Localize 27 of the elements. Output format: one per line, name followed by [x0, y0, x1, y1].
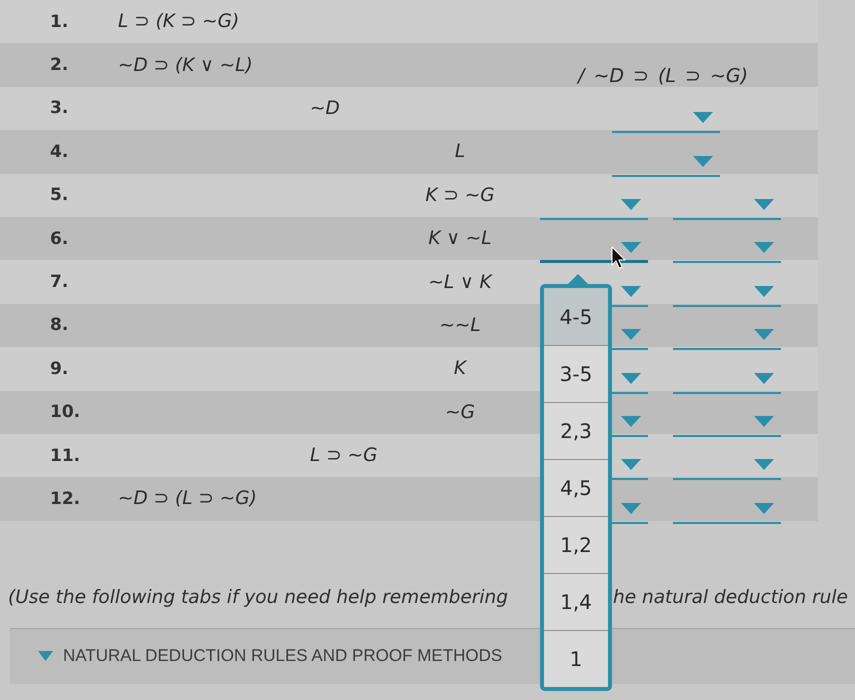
formula-text: K ∨ ~L [428, 228, 492, 250]
line-number: 9. [50, 358, 68, 379]
formula-text: L ⊃ (K ⊃ ~G) [118, 11, 240, 32]
line-number: 7. [50, 272, 68, 292]
line-number: 5. [50, 185, 68, 206]
conclusion-text: / ~D ⊃ (L ⊃ ~G) [578, 64, 748, 87]
line-number: 1. [50, 12, 68, 32]
formula-text: L ⊃ ~G [310, 445, 378, 466]
formula-text: K [454, 358, 466, 380]
formula-text: ~~L [439, 314, 481, 336]
line-number: 10. [50, 402, 80, 422]
formula-text: ~D ⊃ (L ⊃ ~G) [118, 488, 257, 510]
formula-text: L [454, 141, 466, 162]
line-number: 2. [50, 55, 68, 76]
line-number: 3. [50, 98, 68, 118]
line-number: 12. [50, 488, 80, 509]
line-number: 8. [50, 315, 68, 336]
formula-text: ~D [310, 98, 340, 119]
help-text: he natural deduction rule [613, 586, 848, 608]
formula-text: ~L ∨ K [428, 272, 492, 293]
line-number: 11. [50, 446, 80, 466]
formula-text: ~G [445, 402, 475, 423]
line-number: 4. [50, 142, 68, 162]
help-text: (Use the following tabs if you need help remembering [8, 586, 508, 608]
formula-text: K ⊃ ~G [425, 184, 495, 206]
line-number: 6. [50, 228, 68, 249]
formula-text: ~D ⊃ (K ∨ ~L) [118, 54, 253, 76]
